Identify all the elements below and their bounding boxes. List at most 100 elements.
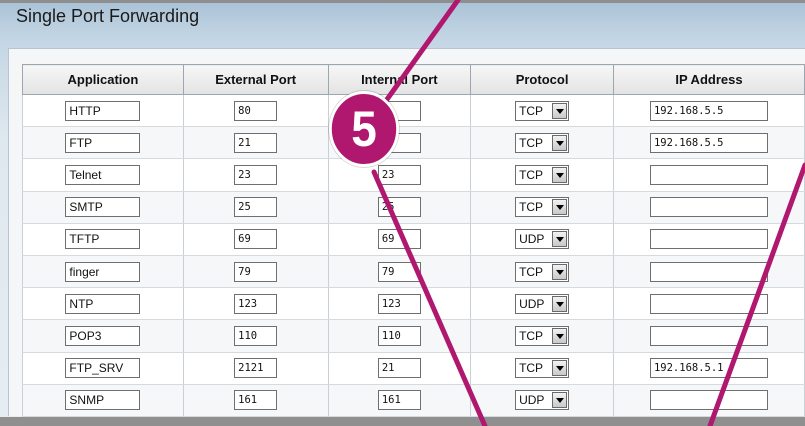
external-port-input[interactable]: 161 <box>234 390 278 411</box>
application-name-input[interactable]: FTP <box>65 132 141 153</box>
application-name-input[interactable]: finger <box>65 261 141 282</box>
column-header-protocol: Protocol <box>470 64 614 95</box>
table-row: TFTP 69 69 UDP <box>22 223 805 256</box>
external-port-cell: 21 <box>182 126 329 160</box>
protocol-selected-value: TCP <box>519 361 544 376</box>
ip-address-input[interactable] <box>649 164 768 185</box>
protocol-select[interactable]: TCP <box>515 325 570 346</box>
application-name-input[interactable]: Telnet <box>65 164 141 185</box>
external-port-cell: 23 <box>182 158 329 192</box>
protocol-select[interactable]: UDP <box>515 229 570 250</box>
ip-address-input[interactable] <box>649 229 768 250</box>
ip-address-input[interactable]: 192.168.5.5 <box>649 132 768 153</box>
protocol-select[interactable]: TCP <box>515 197 570 218</box>
protocol-cell: UDP <box>470 223 614 256</box>
column-header-external-port: External Port <box>182 64 329 95</box>
chevron-down-icon[interactable] <box>552 392 568 409</box>
window-top-edge <box>0 0 805 3</box>
chevron-down-icon[interactable] <box>552 295 568 312</box>
ip-address-cell <box>612 384 805 417</box>
ip-address-input[interactable] <box>649 325 768 346</box>
external-port-input[interactable]: 123 <box>234 293 278 314</box>
protocol-cell: TCP <box>470 319 614 353</box>
application-cell: Telnet <box>22 158 184 192</box>
table-row: SMTP 25 25 TCP <box>22 191 805 224</box>
protocol-select[interactable]: TCP <box>515 100 570 121</box>
external-port-cell: 161 <box>182 384 329 417</box>
application-name-input[interactable]: HTTP <box>65 100 141 121</box>
ip-address-input[interactable] <box>649 197 768 218</box>
external-port-input[interactable]: 21 <box>234 132 278 153</box>
ip-address-cell: 192.168.5.5 <box>612 126 805 160</box>
external-port-input[interactable]: 110 <box>234 325 278 346</box>
protocol-selected-value: TCP <box>519 200 544 215</box>
chevron-down-icon[interactable] <box>552 263 568 280</box>
application-cell: FTP_SRV <box>22 352 184 385</box>
internal-port-cell: 161 <box>327 384 472 417</box>
internal-port-cell: 25 <box>327 191 472 224</box>
application-name-input[interactable]: FTP_SRV <box>65 358 141 379</box>
protocol-select[interactable]: TCP <box>515 358 570 379</box>
protocol-selected-value: TCP <box>519 103 544 118</box>
column-header-ip-address: IP Address <box>612 64 805 95</box>
application-cell: TFTP <box>22 223 184 256</box>
application-cell: POP3 <box>22 319 184 353</box>
ip-address-cell <box>612 223 805 256</box>
ip-address-input[interactable] <box>649 390 768 411</box>
external-port-input[interactable]: 23 <box>234 164 278 185</box>
internal-port-input[interactable]: 21 <box>377 358 421 379</box>
external-port-input[interactable]: 2121 <box>234 358 278 379</box>
internal-port-input[interactable]: 25 <box>377 197 421 218</box>
external-port-input[interactable]: 69 <box>234 229 278 250</box>
internal-port-input[interactable]: 79 <box>377 261 421 282</box>
internal-port-input[interactable]: 161 <box>377 390 421 411</box>
external-port-cell: 80 <box>182 94 329 128</box>
ip-address-input[interactable]: 192.168.5.1 <box>649 358 768 379</box>
protocol-cell: TCP <box>470 94 614 128</box>
protocol-select[interactable]: TCP <box>515 261 570 282</box>
ip-address-cell: 192.168.5.1 <box>612 352 805 385</box>
ip-address-input[interactable]: 192.168.5.5 <box>649 100 768 121</box>
protocol-select[interactable]: UDP <box>515 293 570 314</box>
internal-port-input[interactable]: 110 <box>377 325 421 346</box>
ip-address-cell <box>612 287 805 321</box>
application-cell: finger <box>22 255 184 289</box>
internal-port-input[interactable]: 123 <box>377 293 421 314</box>
chevron-down-icon[interactable] <box>552 102 568 119</box>
chevron-down-icon[interactable] <box>552 231 568 248</box>
application-name-input[interactable]: TFTP <box>65 229 141 250</box>
protocol-selected-value: UDP <box>519 393 545 408</box>
table-header-row: Application External Port Internal Port … <box>22 64 805 95</box>
application-name-input[interactable]: POP3 <box>65 325 141 346</box>
external-port-input[interactable]: 25 <box>234 197 278 218</box>
external-port-input[interactable]: 80 <box>234 100 278 121</box>
ip-address-input[interactable] <box>649 293 768 314</box>
chevron-down-icon[interactable] <box>552 166 568 183</box>
table-row: NTP 123 123 UDP <box>22 287 805 321</box>
ip-address-input[interactable] <box>649 261 768 282</box>
chevron-down-icon[interactable] <box>552 327 568 344</box>
internal-port-cell: 110 <box>327 319 472 353</box>
protocol-select[interactable]: TCP <box>515 164 570 185</box>
column-header-internal-port: Internal Port <box>327 64 472 95</box>
protocol-select[interactable]: TCP <box>515 132 570 153</box>
protocol-cell: TCP <box>470 255 614 289</box>
internal-port-cell: 79 <box>327 255 472 289</box>
protocol-select[interactable]: UDP <box>515 390 570 411</box>
ip-address-cell <box>612 158 805 192</box>
protocol-cell: UDP <box>470 384 614 417</box>
table-row: FTP 21 TCP 192.168.5.5 <box>22 126 805 160</box>
chevron-down-icon[interactable] <box>552 360 568 377</box>
application-name-input[interactable]: NTP <box>65 293 141 314</box>
application-name-input[interactable]: SNMP <box>65 390 141 411</box>
application-name-input[interactable]: SMTP <box>65 197 141 218</box>
external-port-input[interactable]: 79 <box>234 261 278 282</box>
protocol-cell: UDP <box>470 287 614 321</box>
internal-port-input[interactable]: 69 <box>377 229 421 250</box>
window-bottom-edge <box>0 417 805 426</box>
external-port-cell: 25 <box>182 191 329 224</box>
chevron-down-icon[interactable] <box>552 134 568 151</box>
internal-port-input[interactable]: 23 <box>377 164 421 185</box>
chevron-down-icon[interactable] <box>552 199 568 216</box>
column-header-application: Application <box>22 64 184 95</box>
